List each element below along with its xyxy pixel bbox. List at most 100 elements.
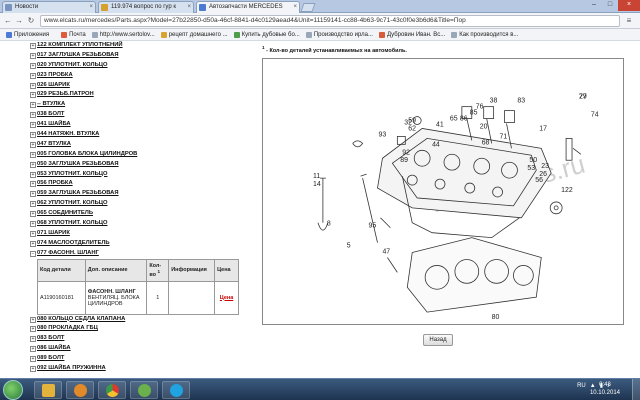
- maximize-icon[interactable]: □: [602, 0, 618, 11]
- callout-label[interactable]: 92: [402, 149, 410, 156]
- tree-item-link[interactable]: 017 ЗАГЛУШКА РЕЗЬБОВАЯ: [37, 51, 119, 61]
- tree-item-link[interactable]: 065 СОЕДИНИТЕЛЬ: [37, 209, 93, 219]
- callout-label[interactable]: 14: [313, 181, 321, 188]
- callout-label[interactable]: 62: [408, 125, 416, 132]
- tree-item[interactable]: +056 ПРОБКА: [30, 179, 260, 189]
- callout-label[interactable]: 53: [527, 165, 535, 172]
- callout-label[interactable]: 38: [490, 98, 498, 105]
- tree-item-link[interactable]: 089 БОЛТ: [37, 354, 64, 364]
- taskbar-app-folder[interactable]: [34, 381, 62, 399]
- callout-label[interactable]: 11: [313, 173, 320, 180]
- callout-label[interactable]: 89: [400, 157, 408, 164]
- bookmark-item[interactable]: Приложения: [6, 31, 49, 38]
- tab-close-icon[interactable]: ×: [89, 2, 93, 13]
- expand-icon[interactable]: +: [30, 102, 36, 109]
- tree-item[interactable]: +059 ЗАГЛУШКА РЕЗЬБОВАЯ: [30, 189, 260, 199]
- tree-item-link[interactable]: 059 ЗАГЛУШКА РЕЗЬБОВАЯ: [37, 189, 119, 199]
- expand-icon[interactable]: +: [30, 181, 36, 188]
- expand-icon[interactable]: +: [30, 122, 36, 129]
- callout-label[interactable]: 86: [460, 116, 468, 123]
- callout-label[interactable]: 80: [492, 314, 500, 321]
- tree-item[interactable]: +080 КОЛЬЦО СЕДЛА КЛАПАНА: [30, 315, 260, 325]
- expand-icon[interactable]: +: [30, 211, 36, 218]
- new-tab-button[interactable]: [300, 3, 316, 12]
- expand-icon[interactable]: +: [30, 326, 36, 333]
- tab-news[interactable]: Новости ×: [2, 1, 96, 13]
- tree-item-link[interactable]: 062 УПЛОТНИТ. КОЛЬЦО: [37, 199, 108, 209]
- tree-item[interactable]: +089 БОЛТ: [30, 354, 260, 364]
- callout-label[interactable]: 68: [482, 139, 490, 146]
- tree-item[interactable]: +044 НАТЯЖН. ВТУЛКА: [30, 130, 260, 140]
- expand-icon[interactable]: +: [30, 171, 36, 178]
- tree-item-link[interactable]: 041 ШАЙБА: [37, 120, 71, 130]
- close-window-icon[interactable]: ×: [618, 0, 640, 11]
- expand-icon[interactable]: +: [30, 316, 36, 323]
- tree-item[interactable]: +029 РЕЗЬБ.ПАТРОН: [30, 90, 260, 100]
- tree-item-link[interactable]: 083 БОЛТ: [37, 334, 64, 344]
- tree-item-link[interactable]: 020 УПЛОТНИТ. КОЛЬЦО: [37, 61, 108, 71]
- taskbar-app-skype[interactable]: [162, 381, 190, 399]
- callout-label[interactable]: 83: [517, 98, 525, 105]
- clock[interactable]: 0:48 10.10.2014: [590, 381, 620, 397]
- tree-item-link[interactable]: 029 РЕЗЬБ.ПАТРОН: [37, 90, 94, 100]
- bookmark-item[interactable]: Купить дубовые бо...: [233, 31, 300, 38]
- tree-item-link[interactable]: 086 ШАЙБА: [37, 344, 71, 354]
- callout-label[interactable]: 74: [591, 112, 599, 119]
- forward-arrow-icon[interactable]: →: [14, 16, 24, 26]
- tree-item-link[interactable]: -- ВТУЛКА: [37, 100, 65, 110]
- tree-item[interactable]: −077 ФАСОНН. ШЛАНГ: [30, 249, 260, 259]
- menu-icon[interactable]: ≡: [624, 16, 634, 26]
- expand-icon[interactable]: +: [30, 131, 36, 138]
- expand-icon[interactable]: +: [30, 82, 36, 89]
- tree-item-link[interactable]: 092 ШАЙБА ПРУЖИННА: [37, 364, 106, 374]
- callout-label[interactable]: 56: [535, 177, 543, 184]
- tree-item[interactable]: +086 ШАЙБА: [30, 344, 260, 354]
- tree-item[interactable]: +080 ПРОКЛАДКА ГБЦ: [30, 324, 260, 334]
- tab-elcats[interactable]: Автозапчасти MERCEDES ×: [196, 1, 300, 13]
- tree-item-link[interactable]: 080 ПРОКЛАДКА ГБЦ: [37, 324, 98, 334]
- tree-item[interactable]: +053 УПЛОТНИТ. КОЛЬЦО: [30, 170, 260, 180]
- tree-item[interactable]: +017 ЗАГЛУШКА РЕЗЬБОВАЯ: [30, 51, 260, 61]
- language-indicator[interactable]: RU: [577, 383, 586, 389]
- price-link[interactable]: Цена: [220, 295, 234, 301]
- tree-item[interactable]: +005 ГОЛОВКА БЛОКА ЦИЛИНДРОВ: [30, 150, 260, 160]
- tree-item-link[interactable]: 005 ГОЛОВКА БЛОКА ЦИЛИНДРОВ: [37, 150, 137, 160]
- expand-icon[interactable]: +: [30, 151, 36, 158]
- expand-icon[interactable]: +: [30, 220, 36, 227]
- callout-label[interactable]: 8: [327, 221, 331, 228]
- tree-item[interactable]: +068 УПЛОТНИТ. КОЛЬЦО: [30, 219, 260, 229]
- taskbar-app-media[interactable]: [66, 381, 94, 399]
- callout-label[interactable]: 93: [378, 131, 386, 138]
- tree-item[interactable]: +020 УПЛОТНИТ. КОЛЬЦО: [30, 61, 260, 71]
- show-desktop-button[interactable]: [632, 379, 640, 400]
- tree-item[interactable]: +092 ШАЙБА ПРУЖИННА: [30, 364, 260, 374]
- expand-icon[interactable]: +: [30, 52, 36, 59]
- callout-label[interactable]: 20: [480, 123, 488, 130]
- tree-item[interactable]: +062 УПЛОТНИТ. КОЛЬЦО: [30, 199, 260, 209]
- tree-item-link[interactable]: 077 ФАСОНН. ШЛАНГ: [37, 249, 99, 259]
- tree-item[interactable]: +026 ШАРИК: [30, 81, 260, 91]
- tree-item[interactable]: +023 ПРОБКА: [30, 71, 260, 81]
- callout-label[interactable]: 47: [382, 249, 390, 256]
- expand-icon[interactable]: +: [30, 240, 36, 247]
- tree-item-link[interactable]: 044 НАТЯЖН. ВТУЛКА: [37, 130, 99, 140]
- expand-icon[interactable]: +: [30, 365, 36, 372]
- bookmark-item[interactable]: Производство ирла...: [305, 31, 373, 38]
- expand-icon[interactable]: +: [30, 191, 36, 198]
- callout-label[interactable]: 65: [450, 116, 458, 123]
- callout-label[interactable]: 44: [432, 141, 440, 148]
- tree-item[interactable]: +050 ЗАГЛУШКА РЕЗЬБОВАЯ: [30, 160, 260, 170]
- bookmark-item[interactable]: Дубровин Иван. Вс...: [378, 31, 445, 38]
- tree-item[interactable]: +047 ВТУЛКА: [30, 140, 260, 150]
- callout-label[interactable]: 17: [539, 125, 547, 132]
- expand-icon[interactable]: +: [30, 346, 36, 353]
- tree-item-link[interactable]: 038 БОЛТ: [37, 110, 64, 120]
- bookmark-item[interactable]: Почта: [61, 31, 86, 38]
- expand-icon[interactable]: +: [30, 42, 36, 49]
- tree-item[interactable]: +122 КОМПЛЕКТ УПЛОТНЕНИЙ: [30, 41, 260, 51]
- tree-item-link[interactable]: 023 ПРОБКА: [37, 71, 73, 81]
- bookmark-item[interactable]: http://www.sertolov...: [91, 31, 155, 38]
- tree-item-link[interactable]: 056 ПРОБКА: [37, 179, 73, 189]
- tree-item-link[interactable]: 080 КОЛЬЦО СЕДЛА КЛАПАНА: [37, 315, 125, 325]
- back-button[interactable]: Назад: [423, 334, 453, 346]
